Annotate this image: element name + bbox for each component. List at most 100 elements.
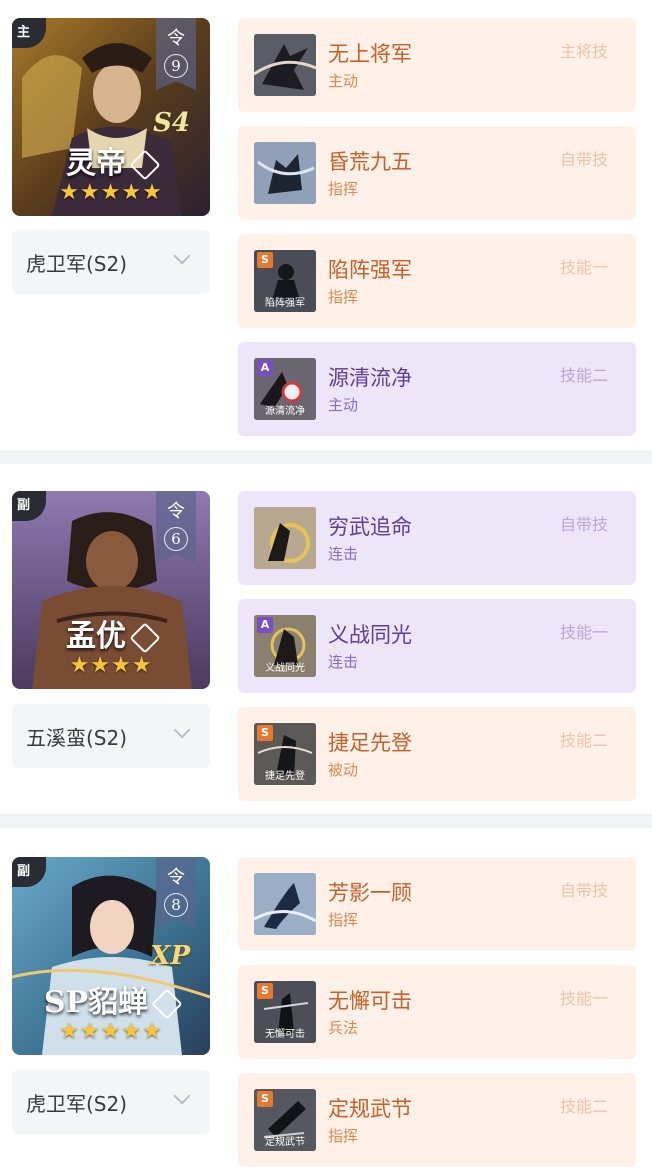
skill-type: 连击 <box>328 545 359 563</box>
skill-slot: 技能二 <box>559 731 608 750</box>
rank-label: 令 <box>167 867 185 888</box>
skill-type: 指挥 <box>328 180 359 198</box>
skill-slot: 自带技 <box>559 150 608 169</box>
hero-name-row: 孟优 <box>12 611 210 655</box>
skill-grade-badge: S <box>257 725 273 741</box>
hero-name-row: 灵帝 <box>12 138 210 182</box>
hero-section-2: 副 令 6 孟优 ★★★★ 五溪蛮(S2) 穷武追命 连击 自带技 A 义战同光… <box>0 464 652 814</box>
skill-card[interactable]: A 源清流净 源清流净 主动 技能二 <box>238 342 636 436</box>
skill-card[interactable]: S 捷足先登 捷足先登 被动 技能二 <box>238 707 636 801</box>
skill-icon <box>254 507 316 569</box>
skill-icon: S 无懈可击 <box>254 981 316 1043</box>
tag-icon <box>129 149 161 181</box>
skill-type: 指挥 <box>328 911 359 929</box>
skill-icon <box>254 142 316 204</box>
skill-type: 指挥 <box>328 1127 359 1145</box>
hero-section-1: 主 令 9 S4 灵帝 ★★★★★ 虎卫军(S2) 无上将军 主动 主将技 昏荒… <box>0 0 652 450</box>
skill-name: 无上将军 <box>328 42 412 66</box>
skill-card[interactable]: S 陷阵强军 陷阵强军 指挥 技能一 <box>238 234 636 328</box>
troop-select[interactable]: 五溪蛮(S2) <box>12 704 210 768</box>
season-mark: S4 <box>153 108 190 138</box>
section-divider <box>0 814 652 828</box>
skill-name: 源清流净 <box>328 366 412 390</box>
hero-name-row: SP貂蝉 <box>12 977 210 1021</box>
troop-select-value: 五溪蛮(S2) <box>26 726 128 750</box>
skill-name: 穷武追命 <box>328 515 412 539</box>
skill-grade-badge: S <box>257 252 273 268</box>
rank-badge: 令 9 <box>156 18 196 90</box>
skill-icon: S 陷阵强军 <box>254 250 316 312</box>
skill-card[interactable]: 芳影一顾 指挥 自带技 <box>238 857 636 951</box>
rank-badge: 令 6 <box>156 491 196 563</box>
skill-slot: 技能一 <box>559 989 608 1008</box>
skill-icon-caption: 陷阵强军 <box>265 298 305 309</box>
skill-grade-badge: A <box>257 360 273 376</box>
skill-icon-caption: 源清流净 <box>265 406 305 417</box>
skill-icon-caption: 无懈可击 <box>265 1029 305 1040</box>
skill-card[interactable]: A 义战同光 义战同光 连击 技能一 <box>238 599 636 693</box>
skill-icon: A 源清流净 <box>254 358 316 420</box>
skill-type: 被动 <box>328 761 359 779</box>
hero-portrait-card[interactable]: 副 令 6 孟优 ★★★★ <box>12 491 210 689</box>
skill-icon: A 义战同光 <box>254 615 316 677</box>
skill-type: 连击 <box>328 653 359 671</box>
skill-slot: 技能二 <box>559 1097 608 1116</box>
rank-badge: 令 8 <box>156 857 196 929</box>
hero-portrait-card[interactable]: 主 令 9 S4 灵帝 ★★★★★ <box>12 18 210 216</box>
hero-portrait-card[interactable]: 副 令 8 XP SP貂蝉 ★★★★★ <box>12 857 210 1055</box>
skill-icon: S 定规武节 <box>254 1089 316 1151</box>
tag-icon <box>151 988 183 1020</box>
skill-type: 兵法 <box>328 1019 359 1037</box>
chevron-down-icon <box>173 721 191 739</box>
skill-card[interactable]: 穷武追命 连击 自带技 <box>238 491 636 585</box>
skill-name: 定规武节 <box>328 1097 412 1121</box>
skill-card[interactable]: S 定规武节 定规武节 指挥 技能二 <box>238 1073 636 1167</box>
skill-icon: S 捷足先登 <box>254 723 316 785</box>
troop-select-value: 虎卫军(S2) <box>26 1092 128 1116</box>
hero-name: 孟优 <box>66 619 126 654</box>
skill-slot: 主将技 <box>559 42 608 61</box>
skill-icon <box>254 873 316 935</box>
season-mark: XP <box>150 941 190 971</box>
skill-name: 陷阵强军 <box>328 258 412 282</box>
tag-icon <box>129 622 161 654</box>
rank-value: 8 <box>164 893 188 917</box>
skill-type: 主动 <box>328 72 359 90</box>
skill-slot: 自带技 <box>559 881 608 900</box>
skill-name: 芳影一顾 <box>328 881 412 905</box>
skill-name: 义战同光 <box>328 623 412 647</box>
skill-slot: 技能二 <box>559 366 608 385</box>
skill-card[interactable]: S 无懈可击 无懈可击 兵法 技能一 <box>238 965 636 1059</box>
skill-name: 无懈可击 <box>328 989 412 1013</box>
skill-icon-caption: 定规武节 <box>265 1137 305 1148</box>
skill-card[interactable]: 无上将军 主动 主将技 <box>238 18 636 112</box>
troop-select[interactable]: 虎卫军(S2) <box>12 1070 210 1134</box>
hero-name: SP貂蝉 <box>43 985 149 1020</box>
troop-select-value: 虎卫军(S2) <box>26 252 128 276</box>
chevron-down-icon <box>173 247 191 265</box>
skill-card[interactable]: 昏荒九五 指挥 自带技 <box>238 126 636 220</box>
skill-type: 指挥 <box>328 288 359 306</box>
skill-grade-badge: A <box>257 617 273 633</box>
star-rating: ★★★★ <box>69 653 153 678</box>
section-divider <box>0 450 652 464</box>
skill-icon-caption: 义战同光 <box>265 663 305 674</box>
skill-grade-badge: S <box>257 1091 273 1107</box>
rank-label: 令 <box>167 501 185 522</box>
chevron-down-icon <box>173 1087 191 1105</box>
hero-name: 灵帝 <box>66 146 126 181</box>
star-rating: ★★★★★ <box>59 1019 163 1044</box>
skill-slot: 自带技 <box>559 515 608 534</box>
rank-value: 6 <box>164 527 188 551</box>
skill-name: 捷足先登 <box>328 731 412 755</box>
skill-icon <box>254 34 316 96</box>
skill-type: 主动 <box>328 396 359 414</box>
troop-select[interactable]: 虎卫军(S2) <box>12 230 210 294</box>
rank-label: 令 <box>167 28 185 49</box>
skill-name: 昏荒九五 <box>328 150 412 174</box>
star-rating: ★★★★★ <box>59 180 163 205</box>
skill-grade-badge: S <box>257 983 273 999</box>
skill-slot: 技能一 <box>559 623 608 642</box>
skill-icon-caption: 捷足先登 <box>265 771 305 782</box>
skill-slot: 技能一 <box>559 258 608 277</box>
